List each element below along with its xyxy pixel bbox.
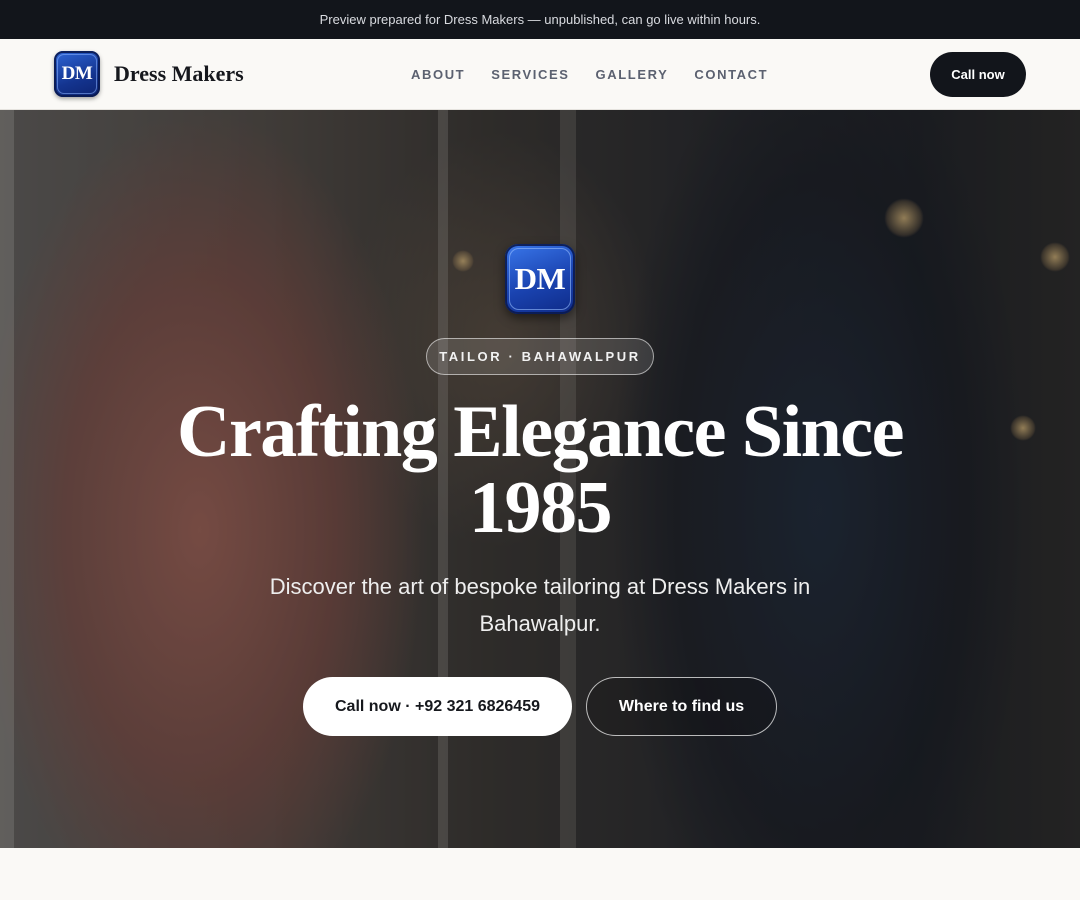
announcement-text: Preview prepared for Dress Makers — unpu… — [319, 12, 761, 27]
hero-content: DM TAILOR · BAHAWALPUR Crafting Elegance… — [0, 110, 1080, 848]
nav-link-contact[interactable]: CONTACT — [694, 67, 768, 82]
nav-link-gallery[interactable]: GALLERY — [596, 67, 669, 82]
brand-logo-text: DM — [61, 63, 93, 84]
next-section — [0, 848, 1080, 900]
brand-name: Dress Makers — [114, 61, 244, 86]
announcement-bar: Preview prepared for Dress Makers — unpu… — [0, 0, 1080, 39]
brand-logo-icon: DM — [54, 51, 100, 97]
hero-logo-text: DM — [514, 261, 566, 296]
hero-call-button[interactable]: Call now · +92 321 6826459 — [303, 677, 572, 736]
main-nav: ABOUT SERVICES GALLERY CONTACT — [411, 39, 768, 109]
header-call-button[interactable]: Call now — [930, 52, 1026, 97]
site-header: DM Dress Makers ABOUT SERVICES GALLERY C… — [0, 39, 1080, 110]
hero-headline: Crafting Elegance Since 1985 — [177, 391, 904, 549]
nav-link-about[interactable]: ABOUT — [411, 67, 465, 82]
hero-tag-badge: TAILOR · BAHAWALPUR — [426, 338, 654, 375]
hero-section: DM TAILOR · BAHAWALPUR Crafting Elegance… — [0, 110, 1080, 848]
hero-location-button[interactable]: Where to find us — [586, 677, 777, 736]
hero-logo-icon: DM — [505, 244, 575, 314]
hero-subtext: Discover the art of bespoke tailoring at… — [269, 574, 811, 636]
nav-link-services[interactable]: SERVICES — [491, 67, 569, 82]
brand-link[interactable]: DM Dress Makers — [54, 51, 244, 97]
